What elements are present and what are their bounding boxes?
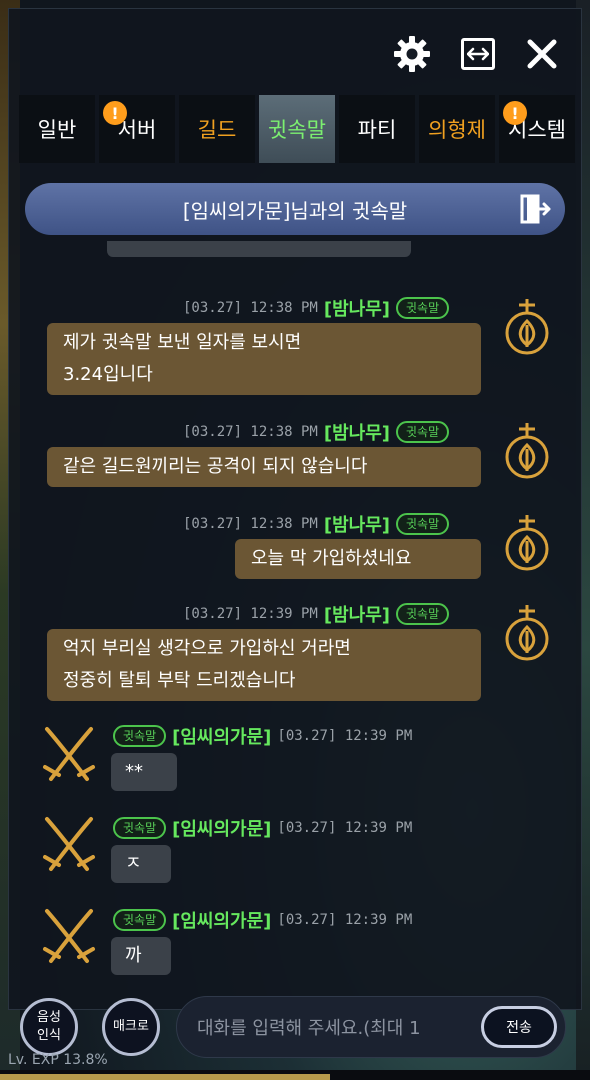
- message-bubble-incoming: **: [111, 753, 177, 791]
- message-timestamp: [03.27] 12:38 PM: [183, 516, 318, 532]
- tab-whisper[interactable]: 귓속말: [259, 95, 335, 163]
- gear-icon: [394, 36, 430, 72]
- guild-emblem-avatar-icon[interactable]: [497, 601, 557, 667]
- exp-bar: [0, 1074, 330, 1080]
- exp-status-text: Lv. EXP 13.8%: [8, 1052, 108, 1068]
- message-meta: 귓속말 [임씨의가문] [03.27] 12:39 PM: [113, 907, 412, 933]
- whisper-chip: 귓속말: [396, 297, 450, 319]
- close-icon: [527, 39, 557, 69]
- sender-name[interactable]: [밤나무]: [324, 295, 390, 321]
- message-bubble-outgoing: 억지 부리실 생각으로 가입하신 거라면 정중히 탈퇴 부탁 드리겠습니다: [47, 629, 481, 701]
- macro-label: 매크로: [113, 1019, 149, 1034]
- tab-label: 의형제: [428, 118, 486, 142]
- message-meta: [03.27] 12:39 PM [밤나무] 귓속말: [183, 601, 450, 627]
- tab-server[interactable]: ! 서버: [99, 95, 175, 163]
- voice-recognition-label: 음성 인식: [37, 1010, 61, 1043]
- whisper-chip: 귓속말: [396, 421, 450, 443]
- voice-recognition-button[interactable]: 음성 인식: [20, 998, 78, 1056]
- sender-name[interactable]: [임씨의가문]: [172, 815, 271, 841]
- tab-system[interactable]: ! 시스템: [499, 95, 575, 163]
- message-bubble-incoming: ㅈ: [111, 845, 171, 883]
- alert-badge-icon: !: [503, 101, 527, 125]
- tab-label: 길드: [197, 118, 237, 142]
- tab-guild[interactable]: 길드: [179, 95, 255, 163]
- message-bubble-outgoing: 같은 길드원끼리는 공격이 되지 않습니다: [47, 447, 481, 487]
- message-timestamp: [03.27] 12:39 PM: [277, 728, 413, 744]
- message-bubble-outgoing: 오늘 막 가입하셨네요: [235, 539, 481, 579]
- previous-message-partial: [107, 241, 411, 257]
- whisper-chip: 귓속말: [113, 725, 167, 747]
- message-timestamp: [03.27] 12:38 PM: [183, 300, 318, 316]
- chat-input[interactable]: [195, 1010, 479, 1046]
- tab-label: 일반: [37, 118, 77, 142]
- message-line: 정중히 탈퇴 부탁 드리겠습니다: [63, 670, 296, 691]
- message-meta: [03.27] 12:38 PM [밤나무] 귓속말: [183, 511, 450, 537]
- chat-window-topbar: [9, 9, 583, 93]
- chat-channel-tabs: 일반 ! 서버 길드 귓속말 파티 의형제 ! 시스템: [19, 95, 575, 175]
- whisper-title: [임씨의가문]님과의 귓속말: [182, 198, 408, 223]
- message-line: 까: [125, 945, 142, 966]
- sender-name[interactable]: [임씨의가문]: [172, 723, 271, 749]
- message-line: 같은 길드원끼리는 공격이 되지 않습니다: [63, 456, 368, 477]
- message-line: 3.24입니다: [63, 364, 153, 385]
- crossed-swords-avatar-icon[interactable]: [39, 813, 99, 879]
- message-timestamp: [03.27] 12:39 PM: [277, 820, 413, 836]
- resize-button[interactable]: [457, 33, 499, 75]
- message-line: 억지 부리실 생각으로 가입하신 거라면: [63, 638, 351, 659]
- message-timestamp: [03.27] 12:39 PM: [183, 606, 318, 622]
- message-bubble-outgoing: 제가 귓속말 보낸 일자를 보시면 3.24입니다: [47, 323, 481, 395]
- message-meta: 귓속말 [임씨의가문] [03.27] 12:39 PM: [113, 815, 412, 841]
- chat-window: 일반 ! 서버 길드 귓속말 파티 의형제 ! 시스템 [임씨의가문]님과의 귓속말…: [8, 8, 582, 1010]
- tab-sworn-brothers[interactable]: 의형제: [419, 95, 495, 163]
- message-bubble-incoming: 까: [111, 937, 171, 975]
- crossed-swords-avatar-icon[interactable]: [39, 723, 99, 789]
- sender-name[interactable]: [밤나무]: [324, 511, 390, 537]
- message-timestamp: [03.27] 12:39 PM: [277, 912, 413, 928]
- guild-emblem-avatar-icon[interactable]: [497, 295, 557, 361]
- whisper-chip: 귓속말: [113, 909, 167, 931]
- close-button[interactable]: [521, 33, 563, 75]
- whisper-chip: 귓속말: [396, 603, 450, 625]
- tab-party[interactable]: 파티: [339, 95, 415, 163]
- exit-icon[interactable]: [519, 193, 551, 225]
- whisper-chip: 귓속말: [113, 817, 167, 839]
- whisper-header: [임씨의가문]님과의 귓속말: [25, 183, 565, 235]
- message-line: 제가 귓속말 보낸 일자를 보시면: [63, 332, 302, 353]
- whisper-chip: 귓속말: [396, 513, 450, 535]
- tab-label: 귓속말: [268, 118, 326, 142]
- guild-emblem-avatar-icon[interactable]: [497, 511, 557, 577]
- macro-button[interactable]: 매크로: [102, 998, 160, 1056]
- message-meta: [03.27] 12:38 PM [밤나무] 귓속말: [183, 295, 450, 321]
- sender-name[interactable]: [임씨의가문]: [172, 907, 271, 933]
- chat-input-container: 전송: [176, 996, 566, 1058]
- guild-emblem-avatar-icon[interactable]: [497, 419, 557, 485]
- message-list[interactable]: [03.27] 12:38 PM [밤나무] 귓속말 제가 귓속말 보낸 일자를…: [9, 241, 583, 981]
- alert-badge-icon: !: [103, 101, 127, 125]
- settings-button[interactable]: [391, 33, 433, 75]
- sender-name[interactable]: [밤나무]: [324, 419, 390, 445]
- send-button[interactable]: 전송: [481, 1006, 557, 1048]
- message-line: **: [125, 761, 143, 782]
- resize-icon: [461, 38, 495, 70]
- tab-label: 파티: [357, 118, 397, 142]
- crossed-swords-avatar-icon[interactable]: [39, 905, 99, 971]
- tab-general[interactable]: 일반: [19, 95, 95, 163]
- message-timestamp: [03.27] 12:38 PM: [183, 424, 318, 440]
- message-line: ㅈ: [125, 853, 142, 874]
- send-label: 전송: [506, 1020, 532, 1036]
- message-line: 오늘 막 가입하셨네요: [251, 548, 412, 569]
- message-meta: 귓속말 [임씨의가문] [03.27] 12:39 PM: [113, 723, 412, 749]
- sender-name[interactable]: [밤나무]: [324, 601, 390, 627]
- message-meta: [03.27] 12:38 PM [밤나무] 귓속말: [183, 419, 450, 445]
